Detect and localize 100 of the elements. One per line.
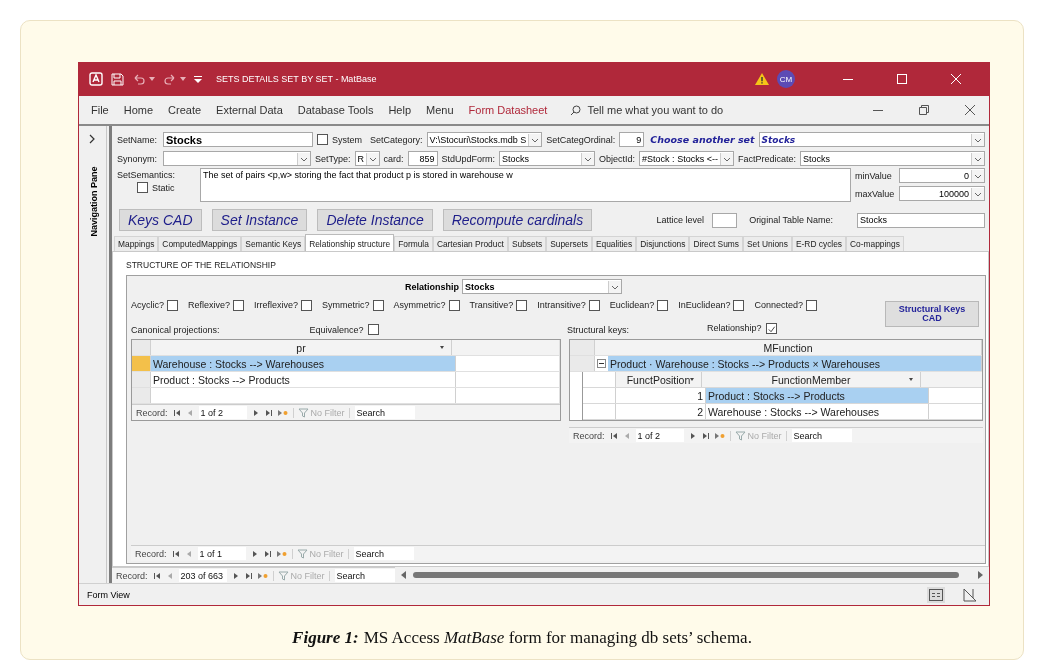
relationship-combo[interactable]: Stocks [462, 279, 622, 294]
ordinal-field[interactable]: 9 [619, 132, 645, 147]
form-tab[interactable]: Equalities [591, 236, 637, 251]
set-semantics-field[interactable]: The set of pairs <p,w> storing the fact that product p is stored in warehouse w [200, 168, 851, 202]
property-checkbox[interactable] [233, 299, 245, 311]
new-record-icon[interactable] [257, 571, 268, 580]
form-tab[interactable]: Co-mappings [846, 236, 904, 251]
search-icon[interactable] [570, 104, 582, 116]
search-field[interactable]: Search [354, 406, 415, 419]
ribbon-tab[interactable]: External Data [216, 104, 283, 116]
record-position-field[interactable]: 1 of 1 [197, 547, 246, 560]
first-record-icon[interactable] [171, 549, 180, 558]
select-all-cell[interactable] [570, 340, 595, 355]
system-checkbox[interactable] [317, 134, 328, 145]
first-record-icon[interactable] [152, 571, 161, 580]
property-checkbox[interactable] [516, 299, 528, 311]
caret-icon[interactable] [439, 346, 445, 350]
new-record-icon[interactable] [714, 431, 725, 440]
navigation-pane[interactable]: Navigation Pane [79, 126, 107, 583]
caret-icon[interactable] [908, 378, 914, 382]
caret-icon[interactable] [689, 378, 695, 382]
design-view-icon[interactable] [963, 587, 977, 602]
navigation-pane-label[interactable]: Navigation Pane [87, 153, 98, 250]
record-position-field[interactable]: 1 of 2 [198, 406, 247, 419]
close-icon[interactable] [965, 105, 975, 115]
search-field[interactable]: Search [334, 569, 395, 582]
ribbon-tab[interactable]: Database Tools [297, 104, 374, 116]
equivalence-checkbox[interactable] [367, 324, 379, 335]
select-all-cell[interactable] [132, 340, 151, 355]
property-checkbox[interactable] [372, 299, 384, 311]
object-id-combo[interactable]: #Stock : Stocks <-- [639, 151, 734, 166]
expand-icon[interactable] [89, 134, 96, 144]
form-tab[interactable]: Subsets [507, 236, 547, 251]
ribbon-tab[interactable]: Create [168, 104, 202, 116]
maximize-icon[interactable] [897, 74, 907, 84]
column-header[interactable]: FunctPosition [616, 372, 702, 387]
choose-set-combo[interactable]: Stocks [758, 132, 985, 147]
property-checkbox[interactable] [805, 299, 817, 311]
warning-icon[interactable] [755, 73, 769, 85]
save-icon[interactable] [111, 72, 124, 86]
search-field[interactable]: Search [791, 429, 852, 442]
redo-icon[interactable] [163, 73, 177, 85]
property-checkbox[interactable] [167, 299, 178, 311]
new-record-icon[interactable] [277, 408, 288, 417]
std-upd-form-combo[interactable]: Stocks [499, 151, 596, 166]
form-tab[interactable]: Supersets [546, 236, 592, 251]
last-record-icon[interactable] [244, 571, 253, 580]
customize-toolbar-icon[interactable] [194, 75, 202, 83]
form-tab[interactable]: Disjunctions [636, 236, 690, 251]
restore-icon[interactable] [919, 105, 929, 115]
action-button[interactable]: Keys CAD [119, 209, 202, 231]
select-all-cell[interactable] [583, 372, 616, 387]
form-tab[interactable]: Formula [394, 236, 433, 251]
action-button[interactable]: Delete Instance [317, 209, 433, 231]
ribbon-tab[interactable]: Form Datasheet [468, 104, 548, 116]
property-checkbox[interactable] [588, 299, 600, 311]
original-table-name-field[interactable]: Stocks [857, 212, 985, 228]
property-checkbox[interactable] [733, 299, 745, 311]
form-tab[interactable]: Direct Sums [689, 236, 743, 251]
form-tab[interactable]: Set Unions [743, 236, 792, 251]
form-tab[interactable]: E-RD cycles [791, 236, 847, 251]
min-value-combo[interactable]: 0 [899, 168, 985, 183]
app-logo-icon[interactable] [89, 72, 103, 86]
structural-keys-button[interactable]: Structural Keys CAD [885, 301, 979, 327]
set-category-combo[interactable]: V:\Stocuri\Stocks.mdb S [426, 132, 543, 147]
property-checkbox[interactable] [657, 299, 669, 311]
next-record-icon[interactable] [251, 408, 260, 417]
next-record-icon[interactable] [250, 549, 259, 558]
tell-me-field[interactable]: Tell me what you want to do [587, 104, 758, 116]
horizontal-scrollbar[interactable] [412, 572, 959, 578]
form-tab[interactable]: Cartesian Product [432, 236, 508, 251]
action-button[interactable]: Set Instance [211, 209, 308, 231]
lattice-level-field[interactable] [712, 212, 738, 228]
last-record-icon[interactable] [264, 408, 273, 417]
column-header[interactable]: FunctionMember [702, 372, 921, 387]
form-tab[interactable]: ComputedMappings [158, 236, 242, 251]
form-tab[interactable]: Relationship structure [305, 234, 395, 251]
form-tab[interactable]: Semantic Keys [241, 236, 306, 251]
undo-icon[interactable] [132, 73, 146, 85]
scroll-left-icon[interactable] [400, 571, 407, 579]
user-avatar[interactable]: CM [777, 70, 795, 88]
ribbon-tab[interactable]: File [91, 104, 109, 116]
property-checkbox[interactable] [448, 299, 460, 311]
last-record-icon[interactable] [263, 549, 272, 558]
scroll-right-icon[interactable] [977, 571, 983, 579]
next-record-icon[interactable] [231, 571, 240, 580]
action-button[interactable]: Recompute cardinals [442, 209, 593, 231]
card-field[interactable]: 859 [407, 151, 438, 166]
new-record-icon[interactable] [276, 549, 287, 558]
fact-predicate-combo[interactable]: Stocks [799, 151, 985, 166]
property-checkbox[interactable] [301, 299, 313, 311]
set-type-combo[interactable]: R [354, 151, 380, 166]
search-field[interactable]: Search [353, 547, 414, 560]
record-position-field[interactable]: 1 of 2 [635, 429, 684, 442]
ribbon-tab[interactable]: Help [388, 104, 411, 116]
first-record-icon[interactable] [172, 408, 181, 417]
first-record-icon[interactable] [609, 431, 618, 440]
set-name-field[interactable]: Stocks [163, 132, 313, 147]
relationship-checkbox[interactable] [765, 322, 777, 334]
ribbon-tab[interactable]: Home [123, 104, 154, 116]
